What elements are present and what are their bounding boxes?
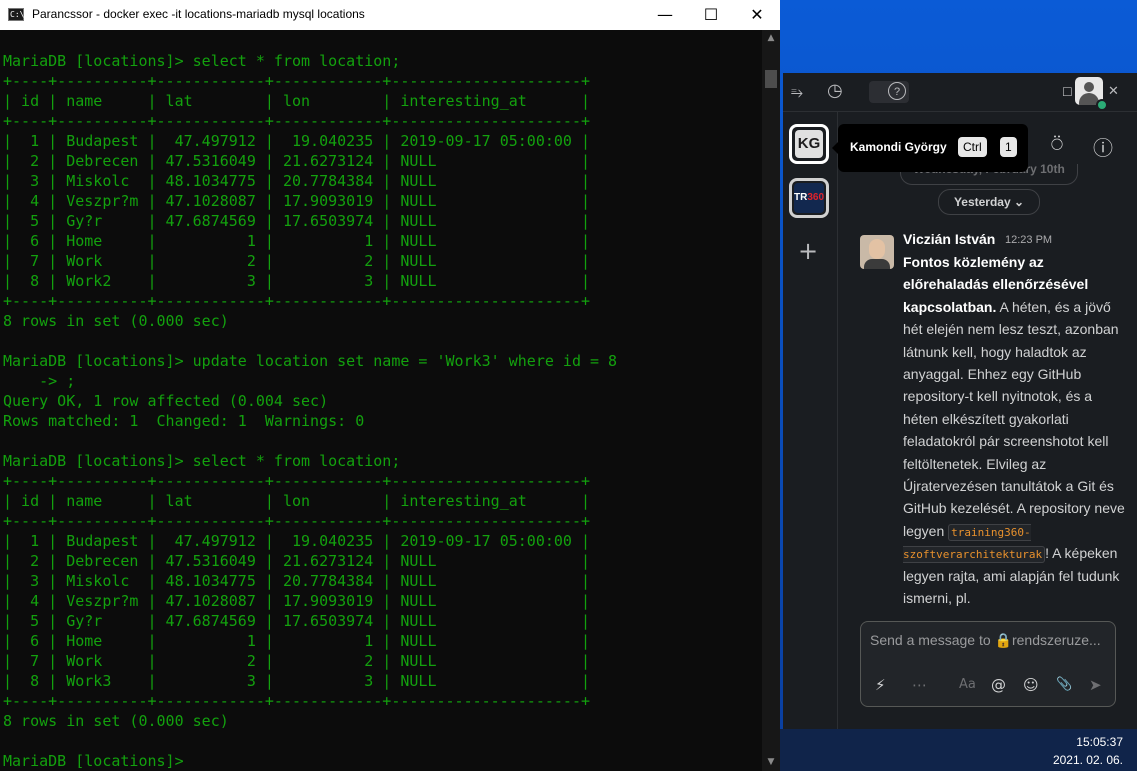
terminal-line: | 2 | Debrecen | 47.5316049 | 21.6273124… xyxy=(3,152,590,170)
chevron-down-icon: ⌄ xyxy=(1014,195,1025,209)
terminal-line: | 5 | Gy?r | 47.6874569 | 17.6503974 | N… xyxy=(3,212,590,230)
terminal-line: | 2 | Debrecen | 47.5316049 | 21.6273124… xyxy=(3,552,590,570)
taskbar-clock-date[interactable]: 2021. 02. 06. xyxy=(1053,753,1123,767)
terminal-line: | 3 | Miskolc | 48.1034775 | 20.7784384 … xyxy=(3,172,590,190)
message-sender[interactable]: Viczián István xyxy=(903,231,995,247)
message-composer[interactable]: ⚡ ⋯ Aa @ ☺ 📎 ➤ xyxy=(860,621,1116,707)
terminal-line: 8 rows in set (0.000 sec) xyxy=(3,712,229,730)
terminal-line: -> ; xyxy=(3,372,76,390)
terminal-line: | 6 | Home | 1 | 1 | NULL | xyxy=(3,632,590,650)
terminal-line: +----+----------+------------+----------… xyxy=(3,512,590,530)
terminal-line: +----+----------+------------+----------… xyxy=(3,692,590,710)
terminal-line: | 4 | Veszpr?m | 47.1028087 | 17.9093019… xyxy=(3,192,590,210)
terminal-line: | 6 | Home | 1 | 1 | NULL | xyxy=(3,232,590,250)
scroll-up-arrow-icon[interactable]: ▲ xyxy=(762,30,780,47)
scroll-thumb[interactable] xyxy=(765,70,777,88)
attach-icon[interactable]: 📎 xyxy=(1056,676,1072,694)
message-input[interactable] xyxy=(870,632,1106,648)
console-body[interactable]: MariaDB [locations]> select * from locat… xyxy=(0,30,762,771)
mention-icon[interactable]: @ xyxy=(991,676,1006,694)
terminal-line: Query OK, 1 row affected (0.004 sec) xyxy=(3,392,329,410)
terminal-line: Rows matched: 1 Changed: 1 Warnings: 0 xyxy=(3,412,365,430)
restore-button[interactable]: ☐ xyxy=(1062,82,1073,102)
console-titlebar[interactable]: C:\ Parancssor - docker exec -it locatio… xyxy=(0,0,780,30)
terminal-line: 8 rows in set (0.000 sec) xyxy=(3,312,229,330)
message-avatar[interactable] xyxy=(860,235,894,269)
tooltip-key-1: 1 xyxy=(1000,137,1017,157)
message-timestamp[interactable]: 12:23 PM xyxy=(1005,234,1052,246)
terminal-line: MariaDB [locations]> xyxy=(3,752,193,770)
terminal-line: +----+----------+------------+----------… xyxy=(3,472,590,490)
workspace-training360[interactable]: TR360 xyxy=(789,178,829,218)
terminal-line: | 1 | Budapest | 47.497912 | 19.040235 |… xyxy=(3,132,590,150)
terminal-output: MariaDB [locations]> select * from locat… xyxy=(3,51,617,771)
terminal-line: | id | name | lat | lon | interesting_at… xyxy=(3,492,590,510)
more-formatting-icon[interactable]: ⋯ xyxy=(912,676,927,694)
workspace-kg[interactable]: KG xyxy=(789,124,829,164)
terminal-line: | 8 | Work2 | 3 | 3 | NULL | xyxy=(3,272,590,290)
shortcuts-icon[interactable]: ⚡ xyxy=(875,676,886,694)
tooltip-key-ctrl: Ctrl xyxy=(958,137,987,157)
terminal-line: | 1 | Budapest | 47.497912 | 19.040235 |… xyxy=(3,532,590,550)
scroll-down-arrow-icon[interactable]: ▼ xyxy=(762,754,780,771)
workspace-tooltip: Kamondi György Ctrl 1 xyxy=(832,124,1028,172)
emoji-icon[interactable]: ☺ xyxy=(1023,676,1039,694)
console-app-icon: C:\ xyxy=(8,8,25,21)
terminal-line: | 3 | Miskolc | 48.1034775 | 20.7784384 … xyxy=(3,572,590,590)
formatting-icon[interactable]: Aa xyxy=(959,676,976,694)
slack-window[interactable]: ⥱ ◷ ? ☐ ✕ KG TR360 + Wednesday, February… xyxy=(783,73,1137,729)
terminal-line: MariaDB [locations]> select * from locat… xyxy=(3,452,401,470)
help-icon: ? xyxy=(888,82,906,100)
terminal-line: MariaDB [locations]> select * from locat… xyxy=(3,52,401,70)
add-workspace-button[interactable]: + xyxy=(798,239,818,263)
terminal-line: +----+----------+------------+----------… xyxy=(3,292,590,310)
terminal-line: | 4 | Veszpr?m | 47.1028087 | 17.9093019… xyxy=(3,592,590,610)
maximize-button[interactable]: ☐ xyxy=(688,0,734,30)
terminal-line: | 7 | Work | 2 | 2 | NULL | xyxy=(3,652,590,670)
send-icon[interactable]: ➤ xyxy=(1089,676,1102,694)
info-icon[interactable]: ⓘ xyxy=(1093,132,1113,161)
presence-indicator xyxy=(1096,99,1108,111)
console-title: Parancssor - docker exec -it locations-m… xyxy=(32,7,365,21)
terminal-line: | 5 | Gy?r | 47.6874569 | 17.6503974 | N… xyxy=(3,612,590,630)
minimize-button[interactable]: — xyxy=(642,0,688,30)
terminal-line: | id | name | lat | lon | interesting_at… xyxy=(3,92,590,110)
help-button[interactable]: ? xyxy=(869,81,909,103)
console-scrollbar[interactable]: ▲ ▼ xyxy=(762,30,780,771)
terminal-line: +----+----------+------------+----------… xyxy=(3,112,590,130)
console-window[interactable]: C:\ Parancssor - docker exec -it locatio… xyxy=(0,0,780,771)
terminal-line: +----+----------+------------+----------… xyxy=(3,72,590,90)
message-body: Fontos közlemény az előrehaladás ellenőr… xyxy=(903,254,1125,607)
terminal-line: | 7 | Work | 2 | 2 | NULL | xyxy=(3,252,590,270)
taskbar: 15:05:37 2021. 02. 06. xyxy=(780,729,1137,771)
terminal-line: | 8 | Work3 | 3 | 3 | NULL | xyxy=(3,672,590,690)
workspace-rail: KG TR360 + xyxy=(783,112,838,729)
day-divider-yesterday[interactable]: Yesterday ⌄ xyxy=(938,189,1040,215)
slack-topbar: ⥱ ◷ ? ☐ ✕ xyxy=(783,73,1137,112)
add-member-icon[interactable]: ⍥ xyxy=(1051,132,1063,156)
slack-close-button[interactable]: ✕ xyxy=(1108,82,1119,102)
close-button[interactable]: ✕ xyxy=(734,0,780,30)
history-icon[interactable]: ◷ xyxy=(827,81,843,101)
tooltip-name: Kamondi György xyxy=(850,140,947,154)
sidebar-toggle-icon[interactable]: ⥱ xyxy=(791,82,803,102)
taskbar-clock-time[interactable]: 15:05:37 xyxy=(1076,735,1123,749)
terminal-line: MariaDB [locations]> update location set… xyxy=(3,352,618,370)
